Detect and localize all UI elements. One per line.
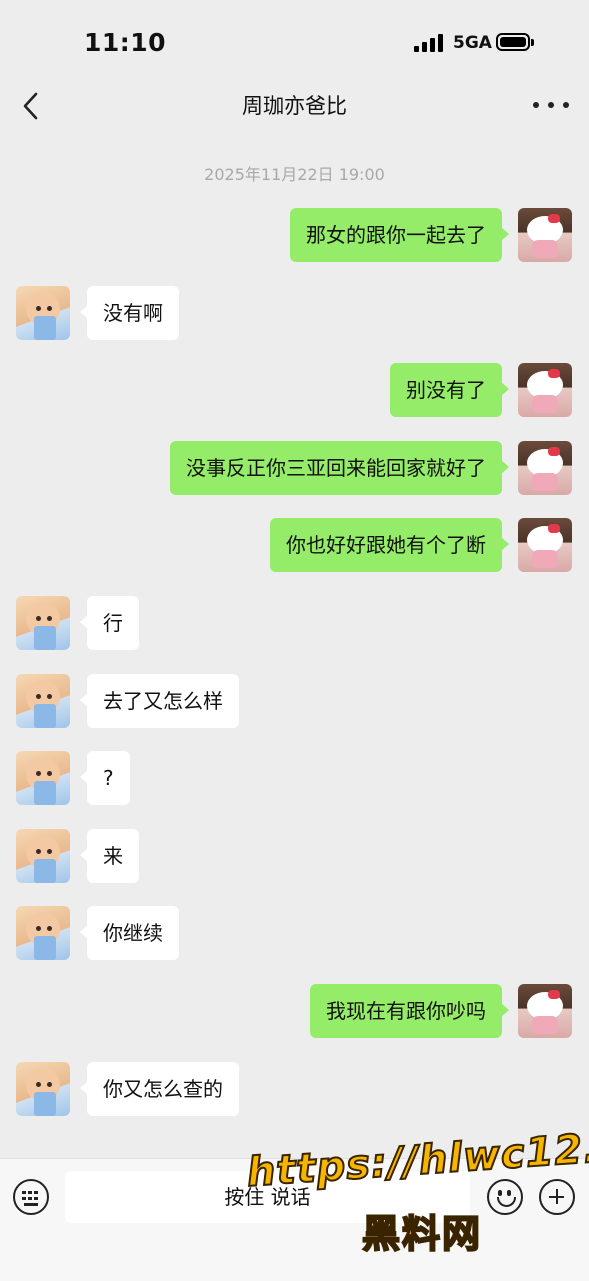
message-row: 你继续 [0, 906, 589, 962]
message-row: 没事反正你三亚回来能回家就好了 [0, 441, 589, 497]
keyboard-icon[interactable] [13, 1179, 49, 1215]
watermark-name: 黑料网 [361, 1211, 483, 1257]
chat-header: 周珈亦爸比 [0, 78, 589, 134]
sent-message-bubble[interactable]: 别没有了 [390, 363, 509, 417]
contact-avatar[interactable] [16, 286, 70, 340]
sent-message-bubble[interactable]: 那女的跟你一起去了 [290, 208, 509, 262]
message-row: 来 [0, 829, 589, 885]
received-message-bubble[interactable]: 去了又怎么样 [80, 674, 239, 728]
plus-icon[interactable] [539, 1179, 575, 1215]
received-message-bubble[interactable]: 来 [80, 829, 139, 883]
received-message-bubble[interactable]: 你继续 [80, 906, 179, 960]
contact-avatar[interactable] [16, 1062, 70, 1116]
message-timestamp: 2025年11月22日 19:00 [204, 165, 385, 184]
message-row: 别没有了 [0, 363, 589, 419]
my-avatar[interactable] [518, 363, 572, 417]
received-message-bubble[interactable]: ? [80, 751, 130, 805]
message-row: 那女的跟你一起去了 [0, 208, 589, 264]
message-row: 行 [0, 596, 589, 652]
contact-avatar[interactable] [16, 829, 70, 883]
more-dots-icon[interactable] [533, 90, 569, 120]
received-message-bubble[interactable]: 没有啊 [80, 286, 179, 340]
contact-avatar[interactable] [16, 906, 70, 960]
network-type: 5GA [453, 33, 492, 53]
status-bar: 11:10 5GA [0, 0, 589, 88]
contact-avatar[interactable] [16, 596, 70, 650]
my-avatar[interactable] [518, 441, 572, 495]
sent-message-bubble[interactable]: 我现在有跟你吵吗 [310, 984, 509, 1038]
contact-avatar[interactable] [16, 674, 70, 728]
contact-avatar[interactable] [16, 751, 70, 805]
message-row: 没有啊 [0, 286, 589, 342]
received-message-bubble[interactable]: 你又怎么查的 [80, 1062, 239, 1116]
message-row: 你又怎么查的 [0, 1062, 589, 1118]
sent-message-bubble[interactable]: 你也好好跟她有个了断 [270, 518, 509, 572]
chat-title: 周珈亦爸比 [242, 94, 347, 118]
my-avatar[interactable] [518, 984, 572, 1038]
message-row: ? [0, 751, 589, 807]
sent-message-bubble[interactable]: 没事反正你三亚回来能回家就好了 [170, 441, 509, 495]
my-avatar[interactable] [518, 208, 572, 262]
message-row: 去了又怎么样 [0, 674, 589, 730]
received-message-bubble[interactable]: 行 [80, 596, 139, 650]
signal-icon [414, 34, 446, 52]
emoji-icon[interactable] [487, 1179, 523, 1215]
status-time: 11:10 [84, 28, 167, 57]
my-avatar[interactable] [518, 518, 572, 572]
message-row: 你也好好跟她有个了断 [0, 518, 589, 574]
message-row: 我现在有跟你吵吗 [0, 984, 589, 1040]
battery-icon [496, 33, 534, 51]
